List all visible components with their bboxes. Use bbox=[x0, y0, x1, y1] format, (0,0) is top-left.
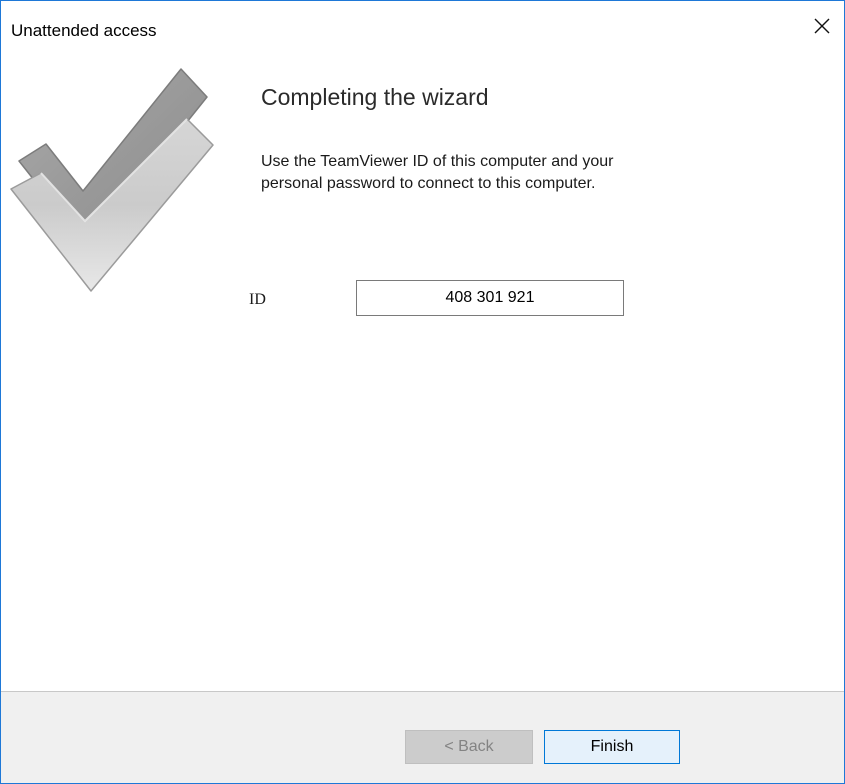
checkmark-icon bbox=[10, 68, 214, 292]
back-button[interactable]: < Back bbox=[405, 730, 533, 764]
finish-button[interactable]: Finish bbox=[544, 730, 680, 764]
close-icon bbox=[814, 18, 830, 34]
wizard-footer: < Back Finish bbox=[1, 691, 844, 783]
id-label: ID bbox=[249, 291, 266, 308]
description-line-2: personal password to connect to this com… bbox=[261, 175, 596, 192]
teamviewer-id-value: 408 301 921 bbox=[445, 289, 535, 306]
wizard-heading: Completing the wizard bbox=[261, 84, 489, 110]
teamviewer-id-field[interactable]: 408 301 921 bbox=[356, 280, 624, 316]
description-line-1: Use the TeamViewer ID of this computer a… bbox=[261, 153, 614, 170]
wizard-description: Use the TeamViewer ID of this computer a… bbox=[261, 151, 781, 195]
window-title: Unattended access bbox=[11, 21, 157, 40]
title-bar: Unattended access bbox=[1, 1, 844, 49]
close-button[interactable] bbox=[802, 9, 842, 43]
wizard-window: Unattended access Completing the wizard … bbox=[0, 0, 845, 784]
